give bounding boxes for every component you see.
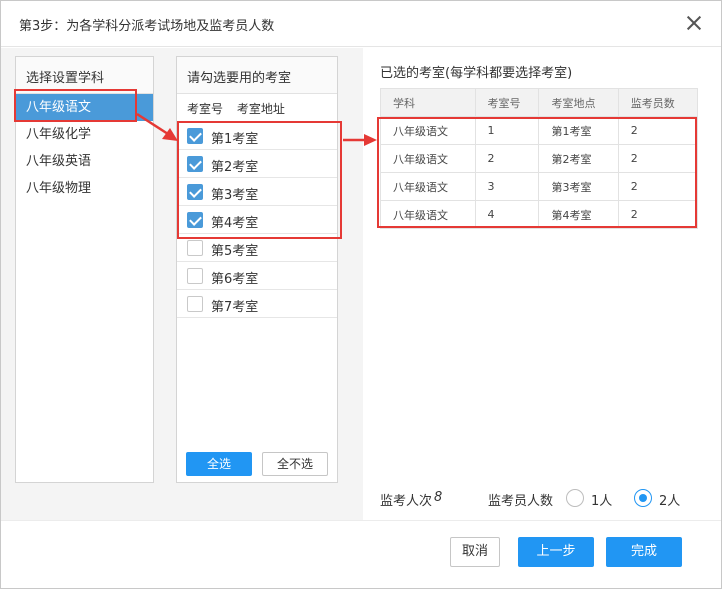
selected-rooms-title: 已选的考室(每学科都要选择考室) — [380, 66, 573, 81]
proctor-times-value: 8 — [434, 490, 443, 505]
select-all-button[interactable]: 全选 — [186, 452, 252, 476]
column-header-subject: 学科 — [380, 88, 476, 117]
checkbox-unchecked-icon[interactable] — [187, 240, 203, 256]
finish-button[interactable]: 完成 — [606, 537, 682, 567]
room-number-header: 考室号 — [187, 102, 224, 116]
room-address-header: 考室地址 — [236, 102, 285, 116]
room-label: 第5考室 — [211, 244, 259, 259]
annotation-box-subject — [14, 89, 137, 122]
column-header-proctor-count: 监考员数 — [617, 88, 699, 117]
proctor-count-label: 监考员人数 — [488, 494, 554, 509]
room-label: 第7考室 — [211, 300, 259, 315]
subject-item-english[interactable]: 八年级英语 — [16, 148, 153, 175]
close-icon[interactable] — [685, 14, 703, 32]
select-none-button[interactable]: 全不选 — [262, 452, 328, 476]
annotation-box-table — [377, 117, 697, 228]
radio-option-1-icon[interactable] — [566, 489, 584, 507]
dialog-titlebar: 第3步：为各学科分派考试场地及监考员人数 — [1, 1, 721, 47]
room-panel-header: 请勾选要用的考室 — [177, 57, 337, 94]
radio-option-1-label[interactable]: 1人 — [591, 490, 612, 509]
room-label: 第6考室 — [211, 272, 259, 287]
dialog-footer: 取消 上一步 完成 — [1, 520, 721, 588]
subject-item-chemistry[interactable]: 八年级化学 — [16, 121, 153, 148]
column-header-room-location: 考室地点 — [538, 88, 619, 117]
radio-option-2-label[interactable]: 2人 — [659, 490, 680, 509]
cancel-button[interactable]: 取消 — [450, 537, 500, 567]
proctor-times-label: 监考人次 — [380, 494, 433, 509]
previous-step-button[interactable]: 上一步 — [518, 537, 594, 567]
checkbox-unchecked-icon[interactable] — [187, 296, 203, 312]
annotation-box-rooms — [177, 121, 342, 239]
checkbox-unchecked-icon[interactable] — [187, 268, 203, 284]
room-item[interactable]: 第6考室 — [177, 262, 337, 290]
column-header-room-number: 考室号 — [474, 88, 540, 117]
dialog-title: 第3步：为各学科分派考试场地及监考员人数 — [19, 19, 275, 34]
room-item[interactable]: 第7考室 — [177, 290, 337, 318]
room-column-headers: 考室号 考室地址 — [177, 94, 337, 122]
table-header-row: 学科 考室号 考室地点 监考员数 — [380, 88, 699, 117]
radio-option-2-icon[interactable] — [634, 489, 652, 507]
subject-item-physics[interactable]: 八年级物理 — [16, 175, 153, 202]
